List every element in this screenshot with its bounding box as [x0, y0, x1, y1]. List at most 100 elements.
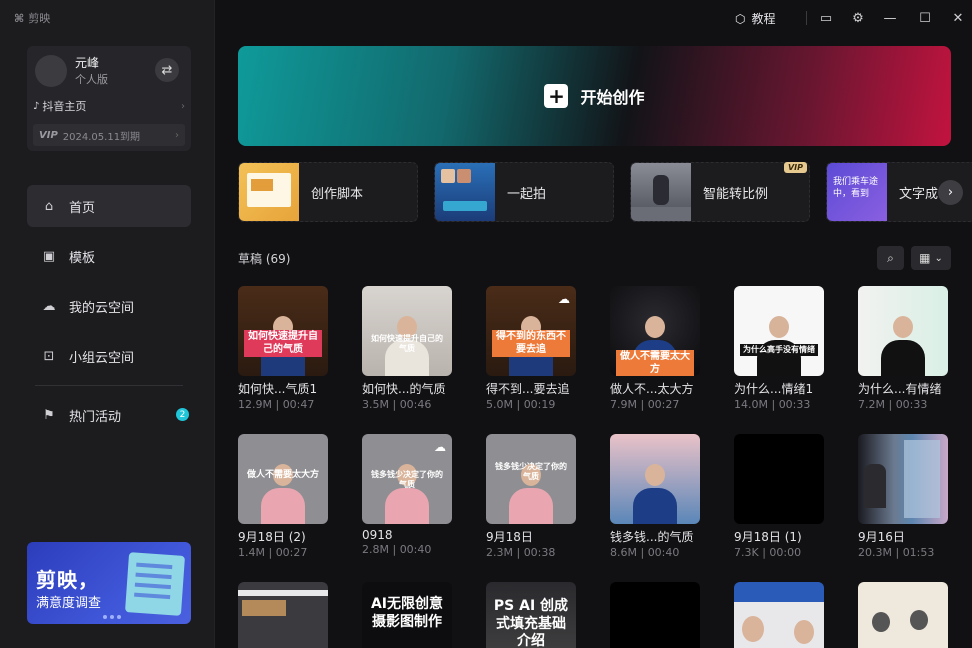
chevron-right-icon: ›: [947, 185, 954, 200]
user-edition: 个人版: [75, 73, 108, 86]
tool-thumbnail: [239, 163, 299, 221]
nav-item-team-cloud[interactable]: ⊡ 小组云空间: [27, 335, 191, 377]
home-icon: ⌂: [44, 198, 54, 214]
draft-card[interactable]: 如何快速提升自己的气质 如何快...的气质 3.5M | 00:46: [362, 286, 452, 411]
view-mode-button[interactable]: ▦ ⌄: [911, 246, 951, 270]
draft-thumbnail[interactable]: 做人不需要太大方: [238, 434, 328, 524]
draft-thumbnail[interactable]: [238, 582, 328, 648]
draft-meta: 5.0M | 00:19: [486, 398, 556, 411]
douyin-label: 抖音主页: [42, 100, 87, 113]
draft-card[interactable]: [238, 582, 328, 648]
draft-thumbnail[interactable]: [610, 434, 700, 524]
draft-thumbnail[interactable]: 如何快速提升自己的气质: [362, 286, 452, 376]
tool-name: 文字成: [899, 186, 939, 202]
draft-caption: 如何快速提升自己的气质: [244, 330, 322, 357]
tool-thumbnail: [435, 163, 495, 221]
vip-badge: VIP: [783, 162, 807, 173]
nav-item-events[interactable]: ⚑ 热门活动 2: [27, 394, 191, 436]
nav-item-my-cloud[interactable]: ☁ 我的云空间: [27, 285, 191, 327]
draft-meta: 7.9M | 00:27: [610, 398, 680, 411]
presenter-figure: [881, 316, 925, 376]
draft-card[interactable]: [610, 582, 700, 648]
draft-title: 9月18日 (1): [734, 530, 802, 544]
draft-card[interactable]: [734, 582, 824, 648]
draft-title: 9月16日: [858, 530, 905, 544]
draft-title: 为什么...情绪1: [734, 382, 814, 396]
tool-thumb-text: 我们乘车途中，看到: [833, 177, 879, 199]
draft-meta: 2.3M | 00:38: [486, 546, 556, 559]
app-name: 剪映: [28, 12, 51, 25]
draft-card[interactable]: 做人不需要太大方 9月18日 (2) 1.4M | 00:27: [238, 434, 328, 559]
template-icon: ▣: [42, 248, 56, 264]
vip-status[interactable]: VIP 2024.05.11到期 ›: [33, 124, 185, 146]
draft-meta: 3.5M | 00:46: [362, 398, 432, 411]
draft-card[interactable]: 9月16日 20.3M | 01:53: [858, 434, 948, 559]
draft-card[interactable]: 钱多钱少决定了你的气质 9月18日 2.3M | 00:38: [486, 434, 576, 559]
draft-card[interactable]: 9月18日 (1) 7.3K | 00:00: [734, 434, 824, 559]
douyin-home-link[interactable]: ♪ 抖音主页 ›: [33, 98, 185, 114]
tutorial-button[interactable]: ⬡ 教程: [735, 10, 776, 27]
draft-thumbnail[interactable]: 如何快速提升自己的气质: [238, 286, 328, 376]
start-creation-button[interactable]: + 开始创作: [238, 46, 951, 146]
draft-thumbnail[interactable]: 为什么高手没有情绪: [734, 286, 824, 376]
draft-thumbnail[interactable]: [610, 582, 700, 648]
draft-thumbnail[interactable]: 得不到的东西不要去追 ☁: [486, 286, 576, 376]
draft-thumbnail[interactable]: [858, 582, 948, 648]
draft-thumbnail[interactable]: [734, 434, 824, 524]
draft-card[interactable]: 为什么高手没有情绪 为什么...情绪1 14.0M | 00:33: [734, 286, 824, 411]
tools-next-button[interactable]: ›: [938, 180, 963, 205]
drafts-title: 草稿 (69): [238, 252, 291, 266]
minimize-icon[interactable]: —: [882, 10, 898, 26]
draft-card[interactable]: 钱多钱...的气质 8.6M | 00:40: [610, 434, 700, 559]
draft-card[interactable]: 钱多钱少决定了你的气质 ☁ 0918 2.8M | 00:40: [362, 434, 452, 556]
draft-thumbnail[interactable]: [858, 286, 948, 376]
draft-title: 为什么...有情绪: [858, 382, 942, 396]
cloud-icon: ☁: [434, 440, 446, 454]
draft-card[interactable]: 做人不需要太大方 做人不...太大方 7.9M | 00:27: [610, 286, 700, 411]
cloud-icon: ☁: [42, 298, 56, 314]
draft-caption: 为什么高手没有情绪: [740, 344, 818, 356]
draft-meta: 20.3M | 01:53: [858, 546, 935, 559]
draft-card[interactable]: 如何快速提升自己的气质 如何快...气质1 12.9M | 00:47: [238, 286, 328, 411]
search-button[interactable]: ⌕: [877, 246, 904, 270]
draft-thumbnail[interactable]: [734, 582, 824, 648]
nav-item-templates[interactable]: ▣ 模板: [27, 235, 191, 277]
chevron-down-icon: ⌄: [934, 252, 943, 264]
draft-caption: PS AI 创成式填充基础介绍: [493, 598, 569, 648]
user-name: 元峰: [75, 56, 100, 70]
tool-thumbnail: 我们乘车途中，看到: [827, 163, 887, 221]
nav-label: 模板: [69, 250, 96, 266]
draft-thumbnail[interactable]: 做人不需要太大方: [610, 286, 700, 376]
tool-smart-ratio[interactable]: 智能转比例 VIP: [630, 162, 810, 222]
draft-thumbnail[interactable]: 钱多钱少决定了你的气质 ☁: [362, 434, 452, 524]
chevron-right-icon: ›: [175, 129, 179, 141]
app-logo: ⌘ 剪映: [14, 10, 50, 26]
draft-thumbnail[interactable]: PS AI 创成式填充基础介绍: [486, 582, 576, 648]
nav-item-home[interactable]: ⌂ 首页: [27, 185, 191, 227]
cloud-icon: ☁: [558, 292, 570, 306]
tool-shoot-together[interactable]: 一起拍: [434, 162, 614, 222]
draft-thumbnail[interactable]: 钱多钱少决定了你的气质: [486, 434, 576, 524]
draft-card[interactable]: 得不到的东西不要去追 ☁ 得不到...要去追 5.0M | 00:19: [486, 286, 576, 411]
maximize-icon[interactable]: ☐: [917, 10, 933, 26]
draft-card[interactable]: 为什么...有情绪 7.2M | 00:33: [858, 286, 948, 411]
switch-account-button[interactable]: ⇄: [155, 58, 179, 82]
tool-script[interactable]: 创作脚本: [238, 162, 418, 222]
survey-banner[interactable]: 剪映， 满意度调查: [27, 542, 191, 624]
avatar[interactable]: [35, 55, 67, 87]
tool-thumbnail: [631, 163, 691, 221]
draft-thumbnail[interactable]: AI无限创意摄影图制作: [362, 582, 452, 648]
close-icon[interactable]: ✕: [950, 10, 966, 26]
draft-title: 得不到...要去追: [486, 382, 570, 396]
draft-caption: 如何快速提升自己的气质: [371, 334, 443, 353]
draft-thumbnail[interactable]: [858, 434, 948, 524]
carousel-dots: [103, 615, 121, 619]
settings-icon[interactable]: ⚙: [850, 10, 866, 26]
feedback-icon[interactable]: ▭: [818, 10, 834, 26]
tool-name: 创作脚本: [311, 186, 364, 202]
nav-label: 小组云空间: [69, 350, 135, 366]
draft-title: 做人不...太大方: [610, 382, 694, 396]
draft-card[interactable]: PS AI 创成式填充基础介绍: [486, 582, 576, 648]
draft-card[interactable]: AI无限创意摄影图制作: [362, 582, 452, 648]
draft-card[interactable]: [858, 582, 948, 648]
